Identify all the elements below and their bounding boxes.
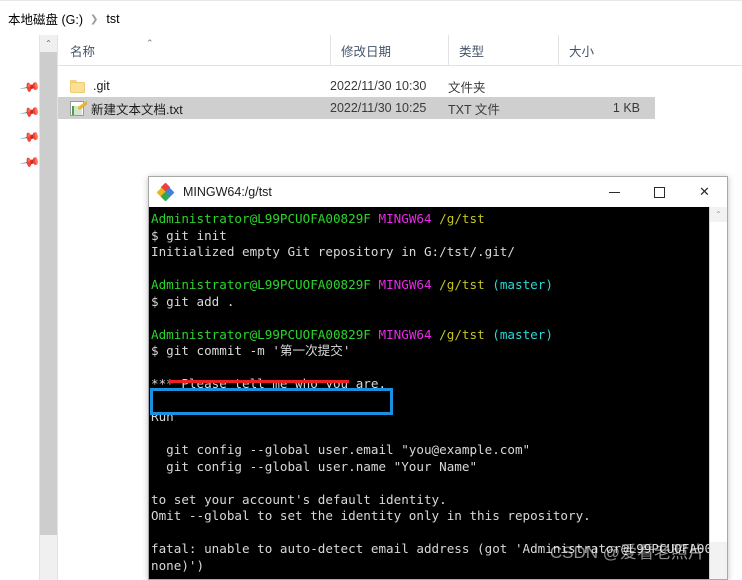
table-row[interactable]: 新建文本文档.txt 2022/11/30 10:25 TXT 文件 1 KB (58, 97, 655, 119)
column-header-size[interactable]: 大小 (558, 35, 654, 65)
window-top-edge (0, 0, 742, 1)
terminal-line: Administrator@L99PCUOFA00829F MINGW64 /g… (151, 211, 709, 228)
terminal-text-segment: git config --global user.name "Your Name… (151, 458, 478, 474)
column-header-date-label: 修改日期 (341, 44, 392, 59)
breadcrumb-drive[interactable]: 本地磁盘 (G:) (6, 9, 85, 28)
terminal-output-area[interactable]: Administrator@L99PCUOFA00829F MINGW64 /g… (149, 207, 709, 579)
file-name-label: .git (93, 79, 110, 93)
maximize-icon (654, 186, 665, 198)
column-header-date[interactable]: 修改日期 (330, 35, 448, 65)
terminal-scrollbar[interactable]: ⌃ (709, 207, 727, 579)
pin-icon[interactable]: 📌 (19, 151, 41, 173)
terminal-text-segment: (master) (492, 326, 553, 342)
terminal-title: MINGW64:/g/tst (183, 185, 272, 199)
minimize-button[interactable] (592, 177, 637, 207)
column-header-name-label: 名称 (70, 44, 96, 59)
terminal-text-segment: Omit --global to set the identity only i… (151, 508, 591, 523)
column-headers: ⌃ 名称 修改日期 类型 大小 (58, 35, 742, 66)
folder-icon (70, 79, 86, 93)
scrollbar-thumb[interactable] (40, 52, 57, 535)
address-bar[interactable]: 本地磁盘 (G:) ❯ tst (0, 0, 742, 36)
breadcrumb-folder[interactable]: tst (104, 12, 121, 26)
nav-pane-scrollbar[interactable]: ⌃ (40, 35, 58, 580)
terminal-line: git config --global user.email "you@exam… (151, 442, 709, 459)
terminal-line: Initialized empty Git repository in G:/t… (151, 244, 709, 261)
watermark: CSDN @爱看老照片 (549, 543, 705, 562)
git-bash-window[interactable]: MINGW64:/g/tst ✕ Administrator@L99PCUOFA… (148, 176, 728, 580)
txt-file-icon (70, 100, 87, 116)
terminal-line: $ git init (151, 228, 709, 245)
file-name-label: 新建文本文档.txt (91, 102, 183, 117)
file-name-cell[interactable]: 新建文本文档.txt (70, 99, 183, 118)
file-size-cell: 1 KB (612, 101, 640, 115)
terminal-text-segment: /g/tst (439, 211, 485, 226)
terminal-text-segment: Initialized empty Git repository in G:/t… (151, 244, 515, 259)
scroll-up-icon[interactable]: ⌃ (40, 35, 57, 52)
terminal-line: to set your account's default identity. (151, 492, 709, 509)
breadcrumb[interactable]: 本地磁盘 (G:) ❯ tst (6, 9, 122, 28)
close-button[interactable]: ✕ (682, 177, 727, 207)
terminal-text-segment: $ git init (151, 227, 227, 243)
red-underline-annotation (169, 380, 349, 383)
git-bash-icon (156, 182, 175, 202)
scroll-up-icon[interactable]: ⌃ (710, 207, 727, 222)
terminal-line: Administrator@L99PCUOFA00829F MINGW64 /g… (151, 327, 709, 344)
minimize-icon (609, 191, 620, 193)
file-date-cell: 2022/11/30 10:30 (330, 79, 427, 93)
column-header-type-label: 类型 (459, 44, 485, 59)
maximize-button[interactable] (637, 177, 682, 207)
file-date-cell: 2022/11/30 10:25 (330, 101, 427, 115)
breadcrumb-separator-icon: ❯ (90, 14, 99, 25)
terminal-text-segment: Administrator@L99PCUOFA00829F (151, 326, 371, 342)
terminal-text-segment: (master) (492, 277, 553, 292)
navigation-pane[interactable]: 📌 📌 📌 📌 (0, 35, 41, 580)
terminal-text-segment: MINGW64 (378, 277, 432, 292)
column-header-type[interactable]: 类型 (448, 35, 558, 65)
pin-icon[interactable]: 📌 (19, 76, 41, 98)
terminal-text-segment: MINGW64 (378, 326, 432, 342)
terminal-text-segment: to set your account's default identity. (151, 491, 447, 507)
column-header-size-label: 大小 (569, 44, 595, 59)
terminal-line: git config --global user.name "Your Name… (151, 459, 709, 476)
terminal-line: Administrator@L99PCUOFA00829F MINGW64 /g… (151, 277, 709, 294)
file-type-cell: 文件夹 (448, 80, 486, 95)
terminal-text-segment: MINGW64 (378, 211, 432, 226)
terminal-line: $ git add . (151, 294, 709, 311)
terminal-text-segment: none)') (151, 557, 205, 573)
terminal-text-segment: Administrator@L99PCUOFA00829F (151, 211, 371, 226)
terminal-line: $ git commit -m '第一次提交' (151, 343, 709, 360)
column-header-name[interactable]: 名称 (58, 35, 330, 65)
terminal-text-segment: $ git add . (151, 293, 235, 309)
terminal-text-segment: git config --global user.email "you@exam… (151, 442, 531, 457)
table-row[interactable]: .git 2022/11/30 10:30 文件夹 (58, 75, 655, 97)
terminal-text-segment: /g/tst (439, 326, 485, 342)
pin-icon[interactable]: 📌 (19, 101, 41, 123)
close-icon: ✕ (699, 184, 710, 199)
file-type-cell: TXT 文件 (448, 102, 500, 117)
terminal-text-segment: Administrator@L99PCUOFA00829F (151, 277, 371, 292)
scrollbar-thumb[interactable] (710, 222, 727, 542)
file-name-cell[interactable]: .git (70, 79, 110, 93)
terminal-line: Omit --global to set the identity only i… (151, 508, 709, 525)
pin-icon[interactable]: 📌 (19, 126, 41, 148)
terminal-text-segment: /g/tst (439, 277, 485, 292)
terminal-text-segment: $ git commit -m '第一次提交' (151, 343, 351, 358)
blue-box-annotation (150, 388, 393, 415)
terminal-title-bar[interactable]: MINGW64:/g/tst ✕ (149, 177, 727, 207)
